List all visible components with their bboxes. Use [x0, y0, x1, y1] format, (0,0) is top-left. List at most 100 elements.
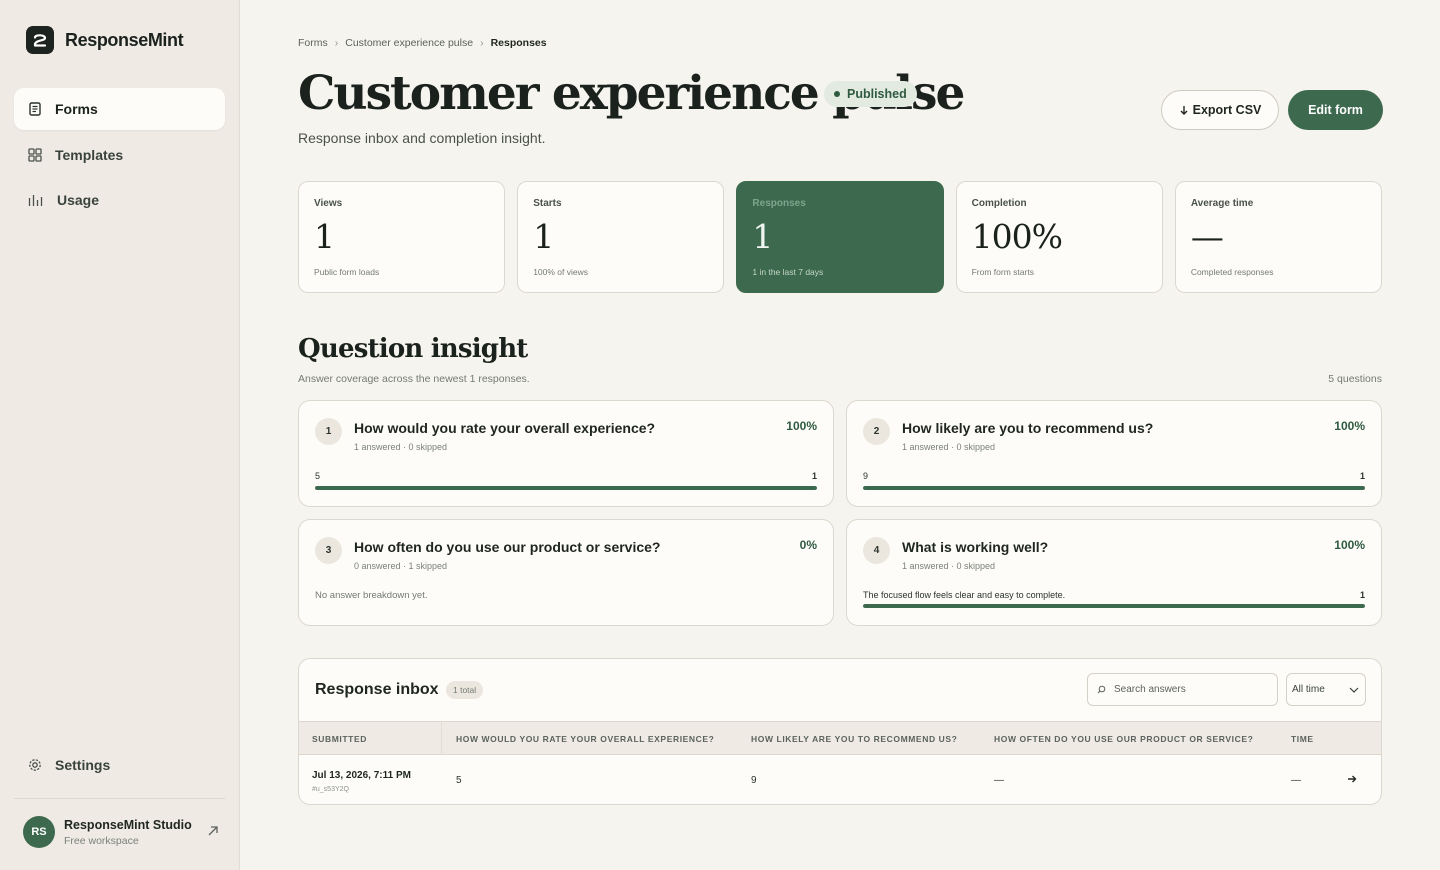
sidebar-item-templates[interactable]: Templates [14, 134, 225, 176]
grid-icon [28, 147, 42, 162]
page-subtitle: Response inbox and completion insight. [298, 130, 546, 146]
arrow-up-right-icon[interactable] [207, 825, 219, 837]
stat-sub: Completed responses [1190, 267, 1274, 277]
app-name: ResponseMint [65, 29, 184, 50]
sidebar-item-label: Settings [55, 757, 111, 773]
question-card[interactable]: 1 How would you rate your overall experi… [298, 400, 834, 507]
answer-value: The focused flow feels clear and easy to… [863, 590, 1066, 600]
stat-sub: 1 in the last 7 days [752, 267, 824, 277]
row-id: #u_s53Y2Q [312, 786, 349, 793]
answer-count: 1 [1359, 590, 1365, 600]
stat-label: Views [314, 198, 343, 209]
search-icon [1097, 685, 1106, 694]
stat-value: 1 [314, 217, 335, 256]
arrow-down-icon [1180, 106, 1188, 115]
stat-label: Responses [752, 198, 806, 209]
sidebar-item-usage[interactable]: Usage [14, 179, 225, 221]
question-title: How likely are you to recommend us? [902, 420, 1154, 436]
question-number: 3 [315, 537, 342, 564]
stat-card-completion: Completion 100% From form starts [955, 181, 1163, 293]
table-header: HOW WOULD YOU RATE YOUR OVERALL EXPERIEN… [299, 721, 1381, 755]
export-label: Export CSV [1192, 103, 1262, 117]
answer-row: The focused flow feels clear and easy to… [863, 590, 1365, 600]
question-count: 5 questions [1328, 373, 1382, 385]
question-percent: 0% [799, 538, 817, 552]
section-title: Question insight [298, 334, 528, 364]
logo[interactable]: ResponseMint [26, 26, 184, 54]
answer-bar [315, 486, 817, 490]
response-inbox: Response inbox 1 total All time HOW WOUL… [298, 658, 1382, 805]
row-answer-q1: 5 [456, 775, 462, 786]
account-switcher[interactable]: RS ResponseMint Studio Free workspace [23, 816, 223, 848]
section-subtitle: Answer coverage across the newest 1 resp… [298, 373, 530, 385]
stat-label: Average time [1190, 198, 1254, 209]
sidebar-item-forms[interactable]: Forms [14, 88, 225, 130]
status-label: Published [847, 87, 907, 101]
question-grid: 1 How would you rate your overall experi… [298, 400, 1382, 626]
account-name: ResponseMint Studio [64, 817, 192, 832]
time-filter-select[interactable]: All time [1286, 673, 1366, 706]
answer-bar-fill [863, 486, 1365, 490]
avatar: RS [23, 816, 55, 848]
question-number: 4 [863, 537, 890, 564]
search-input[interactable] [1114, 684, 1264, 695]
document-icon [29, 102, 41, 116]
edit-form-button[interactable]: Edit form [1288, 90, 1383, 130]
row-answer-q3: — [994, 775, 1004, 786]
stat-sub: Public form loads [314, 267, 380, 277]
search-box[interactable] [1087, 673, 1278, 706]
stat-value: 1 [533, 217, 554, 256]
question-card[interactable]: 4 What is working well? 1 answered · 0 s… [846, 519, 1382, 626]
column-header: TIME [1291, 734, 1314, 744]
stat-card-views: Views 1 Public form loads [298, 181, 506, 293]
question-meta: 1 answered · 0 skipped [902, 561, 996, 571]
sidebar-nav: Forms Templates Usage [14, 88, 225, 225]
column-header: SUBMITTED [312, 734, 367, 744]
stat-sub: From form starts [971, 267, 1034, 277]
question-title: How often do you use our product or serv… [354, 539, 661, 555]
table-row[interactable]: Jul 13, 2026, 7:11 PM #u_s53Y2Q 5 9 — — [299, 755, 1381, 804]
sidebar-item-label: Forms [55, 101, 98, 117]
column-header: HOW WOULD YOU RATE YOUR OVERALL EXPERIEN… [456, 734, 715, 744]
question-title: What is working well? [902, 539, 1049, 555]
answer-value: 9 [863, 471, 869, 481]
breadcrumb-current: Responses [490, 37, 547, 49]
answer-bar-fill [863, 604, 1365, 608]
export-csv-button[interactable]: Export CSV [1161, 90, 1279, 130]
question-meta: 0 answered · 1 skipped [354, 561, 448, 571]
arrow-right-icon[interactable] [1347, 774, 1357, 784]
question-percent: 100% [1334, 538, 1365, 552]
stat-sub: 100% of views [533, 267, 589, 277]
question-card[interactable]: 3 How often do you use our product or se… [298, 519, 834, 626]
breadcrumb-form[interactable]: Customer experience pulse [345, 37, 473, 49]
row-submitted: Jul 13, 2026, 7:11 PM [312, 770, 411, 781]
chevron-right-icon: › [334, 37, 339, 49]
account-plan: Free workspace [64, 834, 139, 847]
logo-icon [26, 26, 54, 54]
stat-card-average-time: Average time — Completed responses [1174, 181, 1383, 293]
row-answer-q2: 9 [751, 775, 757, 786]
question-meta: 1 answered · 0 skipped [354, 442, 448, 452]
stat-value: 1 [752, 217, 773, 256]
row-time: — [1291, 775, 1301, 786]
sticky-column-header: SUBMITTED [299, 721, 442, 755]
stat-value: 100% [971, 217, 1063, 256]
empty-breakdown: No answer breakdown yet. [315, 590, 428, 601]
chevron-down-icon [1349, 687, 1359, 693]
status-badge: Published [824, 81, 917, 107]
answer-row: 5 1 [315, 471, 817, 481]
stat-label: Completion [971, 198, 1027, 209]
answer-bar-fill [315, 486, 817, 490]
answer-bar [863, 604, 1365, 608]
breadcrumb-forms[interactable]: Forms [298, 37, 328, 49]
answer-count: 1 [811, 471, 817, 481]
question-card[interactable]: 2 How likely are you to recommend us? 1 … [846, 400, 1382, 507]
sidebar-item-settings[interactable]: Settings [14, 744, 225, 786]
stat-label: Starts [533, 198, 562, 209]
status-dot-icon [834, 91, 840, 97]
sidebar: ResponseMint Forms Templates Usage Setti… [0, 0, 240, 870]
answer-count: 1 [1359, 471, 1365, 481]
answer-bar [863, 486, 1365, 490]
settings-section: Settings [14, 744, 225, 790]
gear-icon [29, 759, 41, 771]
